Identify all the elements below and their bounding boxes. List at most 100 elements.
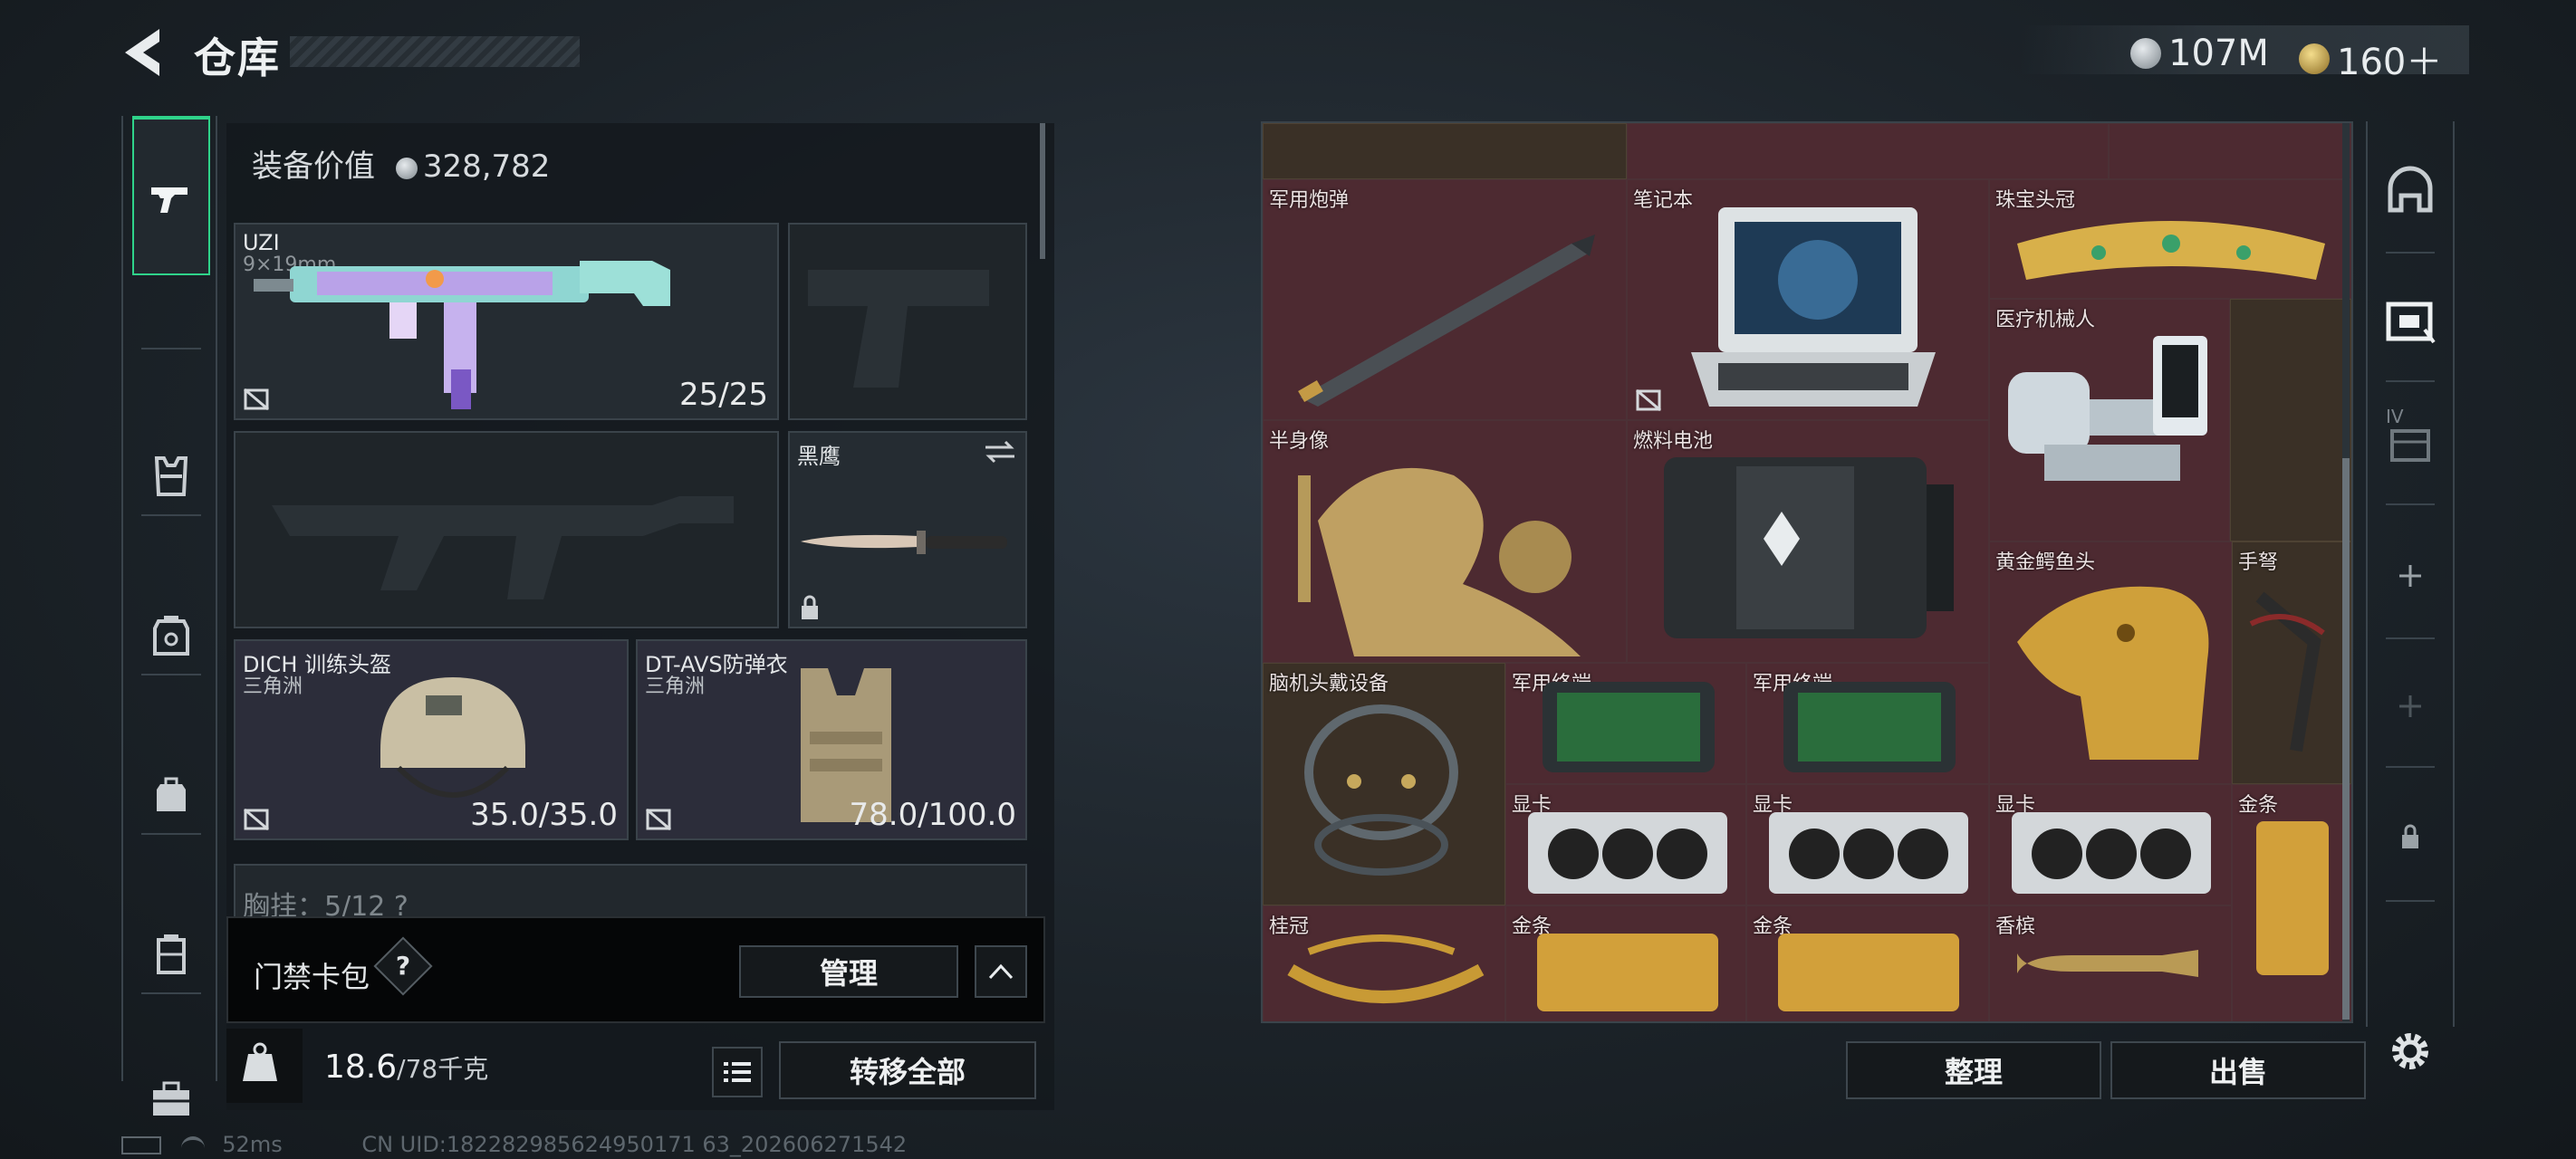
hafu-coin-amount: 107M xyxy=(2168,33,2269,74)
currency-hafu[interactable]: 107M xyxy=(2130,33,2269,74)
stash-case-icon xyxy=(2386,302,2436,344)
stash-item-partial[interactable] xyxy=(2230,299,2351,541)
stash-item-gold-bar[interactable]: 金条 xyxy=(2232,784,2351,1021)
keycard-help-button[interactable]: ? xyxy=(373,936,433,996)
stash-item-laurel-crown[interactable]: 桂冠 xyxy=(1263,905,1505,1021)
slot-body-armor[interactable]: DT-AVS防弹衣 三角洲 78.0/100.0 xyxy=(636,639,1027,840)
delta-coin-icon xyxy=(2299,43,2330,74)
stash-item-military-terminal[interactable]: 军用终端 xyxy=(1746,663,1989,784)
lock-icon xyxy=(2402,824,2418,848)
add-stash-page-button[interactable] xyxy=(2368,531,2453,621)
stash-item-gold-bar[interactable]: 金条 xyxy=(1746,905,1989,1021)
currency-delta[interactable]: 160＋ xyxy=(2299,33,2442,85)
list-view-button[interactable] xyxy=(712,1047,763,1097)
stash-item-missile[interactable]: 军用炮弹 xyxy=(1263,179,1627,420)
stash-item-military-terminal[interactable]: 军用终端 xyxy=(1505,663,1746,784)
equipment-value-label: 装备价值 xyxy=(252,148,375,185)
battery-icon xyxy=(121,1136,161,1154)
wifi-icon xyxy=(180,1136,205,1154)
stash-pages-nav: IV xyxy=(2366,121,2455,1027)
stash-item-jeweled-crown[interactable]: 珠宝头冠 xyxy=(1989,179,2351,299)
stash-item-hand-crossbow[interactable]: 手弩 xyxy=(2232,541,2351,784)
sell-button[interactable]: 出售 xyxy=(2110,1041,2366,1099)
stash-page-4[interactable]: IV xyxy=(2368,397,2453,487)
equipment-value-number: 328,782 xyxy=(422,148,551,185)
chest-rig-label: 胸挂：5/12 ? xyxy=(243,891,409,918)
stash-item-gold-bar[interactable]: 金条 xyxy=(1505,905,1746,1021)
gear-icon xyxy=(2392,1033,2428,1069)
list-icon xyxy=(724,1062,751,1082)
stash-item-graphics-card[interactable]: 显卡 xyxy=(1746,784,1989,905)
equipment-value: 装备价值 328,782 xyxy=(252,141,550,186)
stash-item-partial[interactable] xyxy=(2109,123,2351,179)
keycard-label: 门禁卡包 xyxy=(254,960,370,994)
user-uid: CN UID:182282985624950171 63_20260627154… xyxy=(361,1132,908,1157)
stash-item-graphics-card[interactable]: 显卡 xyxy=(1989,784,2232,905)
stash-item-bust[interactable]: 半身像 xyxy=(1263,420,1627,663)
slot-primary-weapon[interactable]: UZI 9×19mm 25/25 xyxy=(234,223,779,420)
stash-page-safehouse[interactable] xyxy=(2368,145,2453,235)
nav-case[interactable] xyxy=(132,882,210,1027)
nav-armor[interactable] xyxy=(132,563,210,708)
stash-item-medical-robot[interactable]: 医疗机械人 xyxy=(1989,299,2230,541)
settings-button[interactable] xyxy=(2386,1027,2435,1076)
golden-crocodile-head-image xyxy=(2017,586,2209,760)
stash-item-partial[interactable] xyxy=(1263,123,1627,179)
nav-chest-rig[interactable] xyxy=(132,404,210,549)
stash-item-champagne[interactable]: 香槟 xyxy=(1989,905,2232,1021)
add-stash-page-button-locked[interactable] xyxy=(2368,661,2453,752)
slot-melee[interactable]: 黑鹰 xyxy=(788,431,1027,628)
military-terminal-image xyxy=(1783,682,1956,772)
nav-backpack[interactable] xyxy=(132,723,210,867)
safe-house-icon xyxy=(2388,166,2433,213)
slot-helmet[interactable]: DICH 训练头盔 三角洲 35.0/35.0 xyxy=(234,639,629,840)
rifle-silhouette-icon xyxy=(272,496,734,599)
hafu-coin-icon xyxy=(2130,38,2161,69)
swap-icon[interactable] xyxy=(982,438,1018,465)
sort-button[interactable]: 整理 xyxy=(1846,1041,2101,1099)
equipment-scrollbar[interactable] xyxy=(1040,123,1045,259)
stash-item-bci-headset[interactable]: 脑机头戴设备 xyxy=(1263,663,1505,905)
back-button[interactable] xyxy=(120,25,167,80)
laptop-image xyxy=(1691,207,1936,407)
stash-item-graphics-card[interactable]: 显卡 xyxy=(1505,784,1746,905)
weapon-ammo-count: 25/25 xyxy=(679,377,768,413)
locked-stash-page[interactable] xyxy=(2368,791,2453,882)
hand-crossbow-image xyxy=(2249,591,2325,752)
champagne-image xyxy=(2017,950,2198,977)
slot-pistol-empty[interactable] xyxy=(788,223,1027,420)
stash-item-fuel-cell[interactable]: 燃料电池 xyxy=(1627,420,1989,663)
backpack-icon xyxy=(157,777,186,811)
keycard-manage-button[interactable]: 管理 xyxy=(739,945,958,998)
missile-image xyxy=(1298,235,1595,407)
helmet-faction: 三角洲 xyxy=(243,675,303,698)
currency-bar: 107M 160＋ xyxy=(2020,25,2469,83)
gold-bar-image xyxy=(1778,934,1959,1011)
left-category-nav xyxy=(121,116,217,1116)
stash-page-2[interactable] xyxy=(2368,273,2453,364)
nav-weapons[interactable] xyxy=(132,116,210,275)
knife-image xyxy=(801,531,1007,554)
weight-bar: 18.6/78千克 转移全部 xyxy=(226,1029,1054,1106)
stash-scrollbar-track[interactable] xyxy=(2342,123,2350,1021)
weight-current: 18.6 xyxy=(324,1049,398,1086)
weight-icon-box xyxy=(226,1029,303,1103)
stash-scrollbar-thumb[interactable] xyxy=(2342,458,2350,1020)
keycard-expand-button[interactable] xyxy=(975,945,1027,998)
weight-icon xyxy=(243,1042,277,1081)
delta-coin-amount: 160＋ xyxy=(2337,42,2443,83)
transfer-all-button[interactable]: 转移全部 xyxy=(779,1041,1036,1099)
stash-item-golden-crocodile-head[interactable]: 黄金鳄鱼头 xyxy=(1989,541,2232,784)
weight-value: 18.6/78千克 xyxy=(324,1049,488,1086)
hafu-coin-icon xyxy=(395,157,418,179)
slot-secondary-weapon-empty[interactable] xyxy=(234,431,779,628)
helmet-durability: 35.0/35.0 xyxy=(470,797,618,833)
stash-page-label: IV xyxy=(2386,406,2404,427)
stash-item-laptop[interactable]: 笔记本 xyxy=(1627,179,1989,420)
chevron-up-icon xyxy=(988,963,1014,980)
not-insured-icon xyxy=(646,808,671,831)
case-icon xyxy=(157,934,186,974)
slot-chest-rig[interactable]: 胸挂：5/12 ? xyxy=(234,864,1027,918)
stash-item-partial[interactable] xyxy=(1627,123,2109,179)
back-arrow-icon xyxy=(125,29,159,76)
